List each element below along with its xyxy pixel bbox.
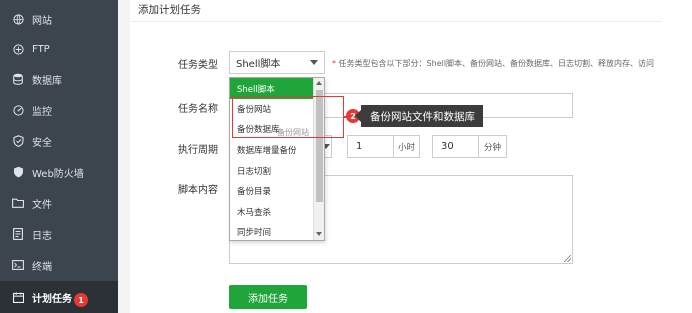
scroll-up-icon[interactable]: [316, 81, 322, 85]
dropdown-option[interactable]: 木马查杀: [230, 201, 314, 222]
dropdown-option[interactable]: 日志切割: [230, 160, 314, 181]
task-type-hint: * 任务类型包含以下部分：Shell脚本、备份网站、备份数据库、日志切割、释放内…: [332, 59, 655, 68]
sidebar-item-files[interactable]: 文件: [0, 188, 118, 218]
step-badge-1: 1: [74, 293, 88, 307]
task-type-select-value: Shell脚本: [236, 59, 281, 70]
sidebar-item-database[interactable]: 数据库: [0, 64, 118, 94]
dropdown-option[interactable]: 备份目录: [230, 180, 314, 201]
shield-icon: [12, 135, 24, 147]
task-name-label: 任务名称: [178, 104, 218, 115]
sidebar-item-logs[interactable]: 日志: [0, 219, 118, 249]
script-content-label: 脚本内容: [178, 185, 218, 196]
sidebar-item-label: 安全: [32, 137, 52, 149]
task-type-label: 任务类型: [178, 60, 218, 71]
task-type-select[interactable]: Shell脚本: [229, 51, 325, 74]
minute-unit: 分钟: [479, 135, 507, 158]
database-icon: [12, 73, 24, 85]
sidebar-item-label: FTP: [32, 43, 50, 55]
sidebar-item-label: 计划任务: [32, 293, 72, 305]
sidebar-item-ftp[interactable]: FTP: [0, 34, 118, 64]
app-window: 网站 FTP 数据库 监控 安全 Web防火墙 文件 日志 终端 计划任务 1 …: [0, 0, 692, 313]
period-type-select[interactable]: [322, 135, 332, 158]
calendar-icon: [12, 291, 24, 303]
globe-icon: [12, 13, 24, 25]
sidebar-item-label: 日志: [32, 230, 52, 242]
add-task-button[interactable]: 添加任务: [229, 285, 307, 309]
title-bar: 添加计划任务: [130, 0, 662, 22]
scroll-down-icon[interactable]: [316, 232, 322, 236]
page-title: 添加计划任务: [138, 4, 201, 16]
sidebar-item-label: 网站: [32, 15, 52, 27]
monitor-icon: [12, 104, 24, 116]
sidebar-item-cron[interactable]: 计划任务 1: [0, 281, 118, 313]
period-label: 执行周期: [178, 145, 218, 156]
resize-grip-icon[interactable]: [564, 255, 571, 262]
sidebar-item-label: Web防火墙: [32, 168, 84, 180]
sidebar-item-label: 终端: [32, 261, 52, 273]
dropdown-option[interactable]: 同步时间: [230, 221, 314, 240]
chevron-down-icon: [310, 60, 318, 65]
annotation-highlight-box: [232, 96, 344, 138]
hour-unit: 小时: [394, 135, 420, 158]
dropdown-option[interactable]: 数据库增量备份: [230, 139, 314, 160]
sidebar-item-security[interactable]: 安全: [0, 126, 118, 156]
sidebar-item-label: 数据库: [32, 75, 62, 87]
right-margin: [662, 0, 692, 313]
sidebar-item-website[interactable]: 网站: [0, 4, 118, 34]
sidebar-item-terminal[interactable]: 终端: [0, 250, 118, 280]
terminal-icon: [12, 259, 24, 271]
annotation-callout: 备份网站文件和数据库: [355, 105, 483, 127]
hour-input[interactable]: 1: [347, 135, 394, 158]
folder-icon: [12, 197, 24, 209]
sidebar-item-label: 监控: [32, 106, 52, 118]
sidebar-item-label: 文件: [32, 199, 52, 211]
content-gutter: [118, 0, 130, 313]
minute-input[interactable]: 30: [432, 135, 479, 158]
ftp-icon: [12, 43, 24, 55]
firewall-shield-icon: [12, 166, 24, 178]
sidebar-item-monitor[interactable]: 监控: [0, 95, 118, 125]
sidebar-item-firewall[interactable]: Web防火墙: [0, 157, 118, 187]
log-icon: [12, 228, 24, 240]
sidebar: 网站 FTP 数据库 监控 安全 Web防火墙 文件 日志 终端 计划任务 1: [0, 0, 118, 313]
